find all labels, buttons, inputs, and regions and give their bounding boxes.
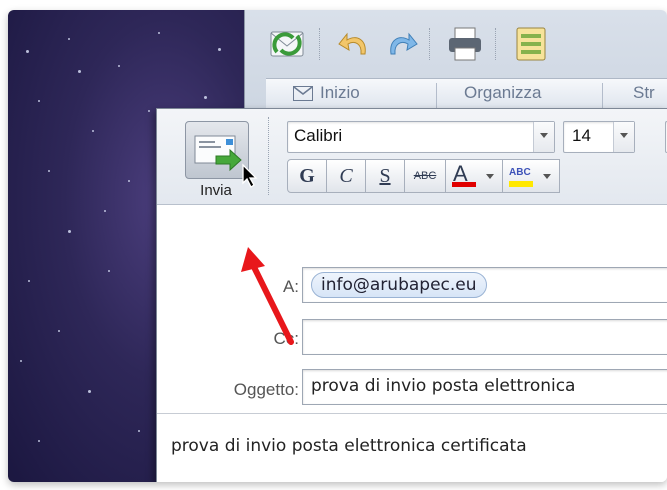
subject-label: Oggetto: (233, 380, 299, 399)
strikethrough-button[interactable]: ABC (404, 159, 446, 193)
redo-icon[interactable] (381, 24, 421, 64)
chevron-down-icon[interactable] (543, 174, 551, 179)
view-icon[interactable] (511, 24, 551, 64)
send-icon (185, 121, 249, 179)
star-decoration (128, 180, 130, 182)
send-button[interactable]: Invia (175, 119, 258, 209)
highlight-button[interactable]: ABC (502, 159, 560, 193)
toolbar-separator (429, 28, 432, 60)
tab-organize[interactable]: Organizza (464, 83, 541, 107)
to-field[interactable]: info@arubapec.eu (302, 267, 667, 303)
print-icon[interactable] (445, 24, 485, 64)
body-separator (157, 413, 667, 414)
chevron-down-icon[interactable] (533, 122, 554, 152)
star-decoration (78, 70, 81, 73)
cc-label: Cc: (273, 329, 300, 348)
star-decoration (108, 270, 110, 272)
star-decoration (92, 130, 94, 132)
star-decoration (158, 32, 160, 34)
highlight-swatch (509, 181, 533, 187)
star-decoration (38, 440, 40, 442)
ribbon-tabs: Inizio Organizza Str (266, 78, 667, 109)
subject-value: prova di invio posta elettronica (311, 376, 576, 396)
chevron-down-icon[interactable] (613, 122, 634, 152)
italic-button[interactable]: C (326, 159, 366, 193)
star-decoration (48, 170, 50, 172)
bold-button[interactable]: G (287, 159, 327, 193)
ribbon-separator (268, 117, 270, 195)
star-decoration (104, 210, 106, 212)
star-decoration (204, 96, 207, 99)
star-decoration (20, 360, 22, 362)
undo-icon[interactable] (335, 24, 375, 64)
tab-structure[interactable]: Str (633, 83, 655, 107)
star-decoration (88, 390, 91, 393)
font-size-select[interactable]: 14 (563, 121, 635, 153)
star-decoration (38, 100, 40, 102)
mail-icon (293, 86, 313, 101)
mouse-cursor-icon (242, 163, 258, 188)
tab-separator (602, 83, 603, 109)
screenshot-frame: Inizio Organizza Str Invia Calibri 14 G … (0, 0, 667, 490)
star-decoration (26, 50, 29, 53)
star-decoration (58, 330, 60, 332)
to-label: A: (282, 277, 299, 296)
font-family-select[interactable]: Calibri (287, 121, 555, 153)
star-decoration (138, 430, 140, 432)
chevron-down-icon[interactable] (486, 174, 494, 179)
star-decoration (68, 230, 71, 233)
subject-field[interactable]: prova di invio posta elettronica (302, 369, 667, 405)
underline-button[interactable]: S (365, 159, 405, 193)
star-decoration (218, 48, 221, 51)
font-color-button[interactable]: A (445, 159, 503, 193)
compose-ribbon: Invia Calibri 14 G C S ABC A ABC (157, 109, 667, 205)
toolbar-separator (495, 28, 498, 60)
star-decoration (28, 280, 30, 282)
star-decoration (148, 110, 150, 112)
font-color-swatch (452, 182, 476, 187)
tab-separator (436, 83, 437, 109)
cc-field[interactable] (302, 319, 667, 355)
tab-home[interactable]: Inizio (320, 83, 360, 107)
compose-window: Invia Calibri 14 G C S ABC A ABC A: info… (156, 108, 667, 482)
message-body[interactable]: prova di invio posta elettronica certifi… (171, 436, 527, 456)
send-receive-icon[interactable] (267, 24, 307, 64)
star-decoration (118, 65, 120, 67)
font-size-value: 14 (572, 126, 591, 145)
recipient-token[interactable]: info@arubapec.eu (311, 272, 487, 298)
font-family-value: Calibri (294, 126, 343, 145)
star-decoration (68, 38, 70, 40)
toolbar-separator (319, 28, 322, 60)
screen: Inizio Organizza Str Invia Calibri 14 G … (8, 10, 667, 482)
